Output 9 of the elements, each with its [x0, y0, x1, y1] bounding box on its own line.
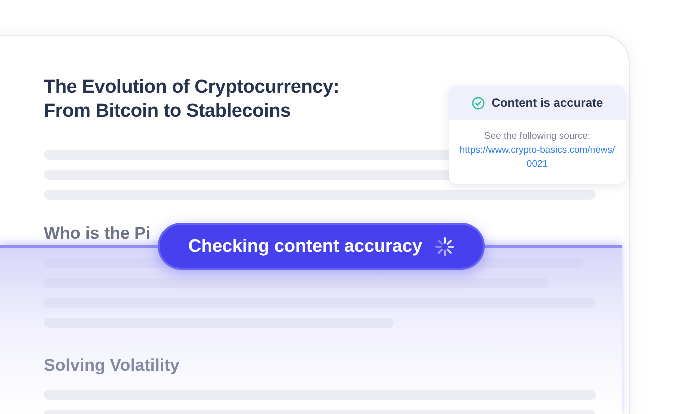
section-heading: Solving Volatility — [44, 356, 181, 376]
check-circle-icon — [472, 96, 485, 110]
spinner-icon — [434, 236, 455, 256]
source-link[interactable]: https://www.crypto-basics.com/news/0021 — [458, 144, 618, 172]
result-title: Content is accurate — [492, 95, 604, 112]
source-label: See the following source: — [484, 130, 591, 144]
status-label: Checking content accuracy — [188, 235, 423, 258]
article-title: The Evolution of Cryptocurrency: From Bitcoin to Stablecoins — [44, 76, 340, 124]
section-heading: Who is the Pi — [44, 224, 152, 244]
